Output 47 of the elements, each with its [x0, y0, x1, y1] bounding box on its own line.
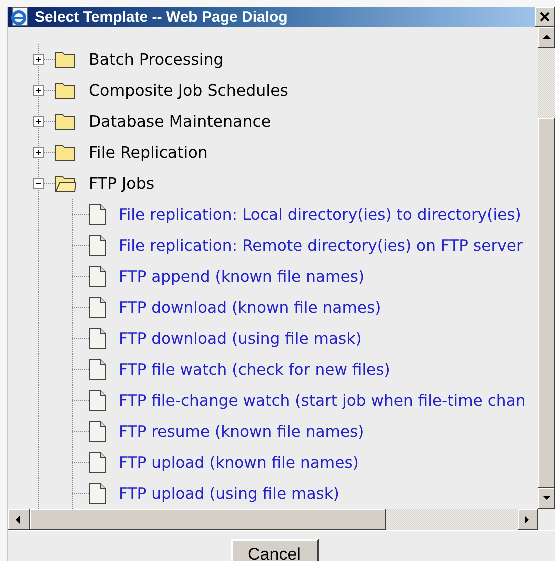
cancel-button[interactable]: Cancel: [230, 539, 318, 561]
document-icon: [89, 296, 107, 318]
template-link[interactable]: FTP upload (known file names): [119, 454, 359, 472]
document-icon: [89, 266, 107, 288]
open-folder-icon: [55, 174, 77, 194]
template-link[interactable]: FTP file watch (check for new files): [119, 360, 390, 378]
scroll-down-button[interactable]: [538, 488, 555, 509]
window-title: Select Template -- Web Page Dialog: [35, 8, 289, 26]
document-icon: [89, 390, 107, 412]
document-icon: [89, 234, 107, 256]
vertical-scrollbar[interactable]: [538, 27, 555, 509]
template-link[interactable]: File replication: Local directory(ies) to directory(ies): [119, 206, 522, 224]
folder-label[interactable]: FTP Jobs: [89, 174, 155, 193]
close-icon: [539, 11, 551, 23]
folder-label[interactable]: Composite Job Schedules: [89, 81, 289, 100]
scroll-up-button[interactable]: [538, 27, 555, 48]
document-icon: [89, 420, 107, 442]
template-link[interactable]: FTP file-change watch (start job when file-time chan: [119, 392, 526, 410]
expand-toggle[interactable]: [33, 85, 44, 96]
close-button[interactable]: [535, 7, 555, 27]
document-icon: [89, 204, 107, 226]
folder-label[interactable]: Database Maintenance: [89, 112, 272, 131]
template-link[interactable]: FTP resume (known file names): [119, 422, 364, 440]
document-icon: [89, 328, 107, 350]
scroll-right-button[interactable]: [518, 509, 538, 530]
expand-toggle[interactable]: [33, 147, 44, 158]
folder-icon: [55, 142, 77, 162]
expand-toggle[interactable]: [33, 116, 44, 127]
template-link[interactable]: FTP append (known file names): [119, 268, 365, 286]
template-link[interactable]: FTP download (known file names): [119, 298, 382, 316]
folder-label[interactable]: Batch Processing: [89, 50, 224, 69]
document-icon: [89, 358, 107, 380]
template-link[interactable]: FTP download (using file mask): [119, 330, 362, 348]
collapse-toggle[interactable]: [33, 178, 44, 189]
scroll-thumb[interactable]: [30, 509, 386, 530]
folder-label[interactable]: File Replication: [89, 143, 208, 162]
horizontal-scrollbar[interactable]: [8, 509, 538, 530]
folder-icon: [55, 112, 77, 132]
folder-icon: [55, 50, 77, 70]
expand-toggle[interactable]: [33, 54, 44, 65]
document-icon: [89, 452, 107, 474]
folder-icon: [55, 80, 77, 100]
template-link[interactable]: File replication: Remote directory(ies) on FTP server: [119, 236, 523, 254]
scroll-left-button[interactable]: [8, 509, 30, 530]
document-icon: [89, 482, 107, 504]
scroll-thumb[interactable]: [538, 118, 555, 488]
template-link[interactable]: FTP upload (using file mask): [119, 484, 340, 502]
